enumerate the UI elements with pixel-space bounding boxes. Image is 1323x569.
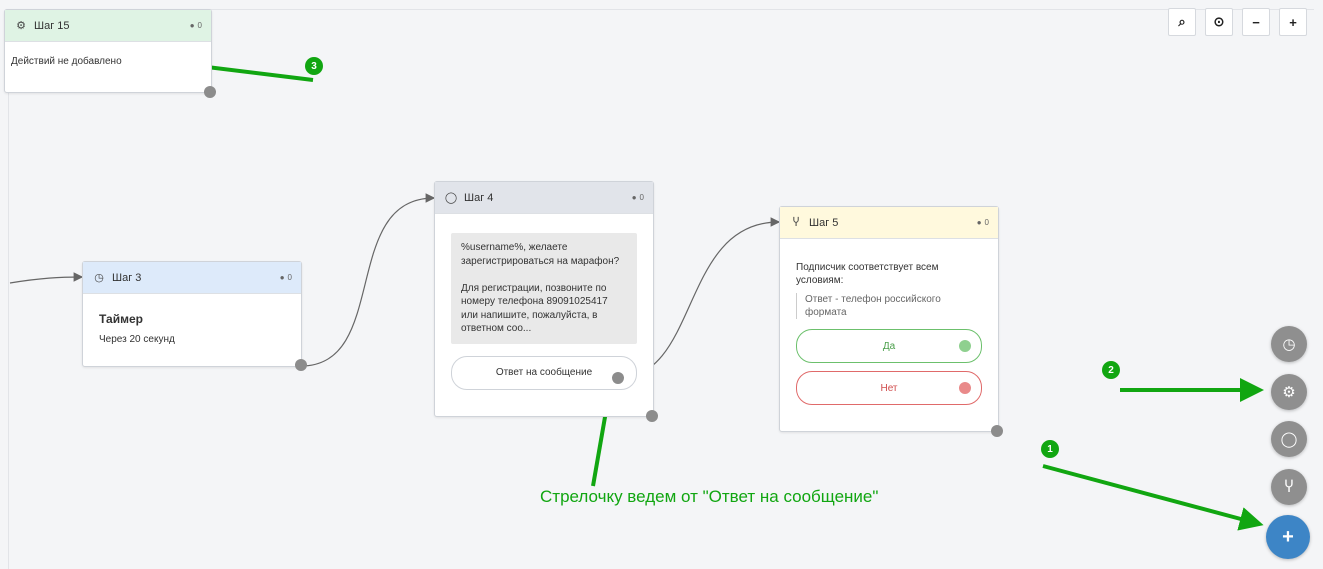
zoom-out-button[interactable]: −	[1242, 8, 1270, 36]
add-message-button[interactable]: ◯	[1271, 421, 1307, 457]
reply-to-message-button[interactable]: Ответ на сообщение	[451, 355, 637, 390]
yes-port[interactable]	[959, 340, 971, 352]
subscriber-count: ● 0	[279, 273, 292, 282]
fork-icon: Ⴤ	[792, 217, 800, 229]
person-icon: ●	[279, 273, 285, 282]
person-icon: ●	[189, 21, 195, 30]
add-action-button[interactable]: ⚙	[1271, 374, 1307, 410]
reply-out-port[interactable]	[612, 372, 624, 384]
step15-body: Действий не добавлено	[11, 56, 122, 67]
clock-icon: ◷	[94, 272, 104, 284]
condition-item: Ответ - телефон российского формата	[796, 293, 982, 319]
step3-title: Шаг 3	[112, 271, 142, 284]
timer-heading: Таймер	[99, 312, 143, 326]
speech-bubble-icon: ◯	[1280, 431, 1298, 448]
plus-icon: +	[1282, 525, 1294, 548]
step5-title: Шаг 5	[809, 216, 839, 229]
step3-body: Таймер Через 20 секунд	[83, 294, 301, 363]
step4-out-port[interactable]	[646, 410, 658, 422]
step3-out-port[interactable]	[295, 359, 307, 371]
step5-node[interactable]: Ⴤ Шаг 5 ● 0 Подписчик соответствует всем …	[779, 206, 999, 432]
add-timer-button[interactable]: ◷	[1271, 326, 1307, 362]
gears-icon: ⚙	[1282, 384, 1296, 401]
step15-title: Шаг 15	[34, 19, 70, 32]
step4-header[interactable]: ◯ Шаг 4 ● 0	[435, 182, 653, 214]
condition-text: Подписчик соответствует всем условиям:	[796, 262, 939, 286]
subscriber-count: ● 0	[631, 193, 644, 202]
target-icon[interactable]: ⊙	[1205, 8, 1233, 36]
yes-branch-button[interactable]: Да	[796, 329, 982, 363]
reply-button-label: Ответ на сообщение	[495, 367, 593, 378]
gears-icon: ⚙	[16, 20, 26, 32]
add-condition-button[interactable]: Ⴤ	[1271, 469, 1307, 505]
step5-body: Подписчик соответствует всем условиям: О…	[780, 239, 998, 415]
no-branch-button[interactable]: Нет	[796, 371, 982, 405]
annotation-badge-3: 3	[305, 57, 323, 75]
timer-detail: Через 20 секунд	[99, 334, 175, 345]
step15-out-port[interactable]	[204, 86, 216, 98]
search-icon[interactable]: ⌕	[1168, 8, 1196, 36]
step15-header[interactable]: ⚙ Шаг 15 ● 0	[5, 10, 211, 42]
person-icon: ●	[976, 218, 982, 227]
yes-label: Да	[882, 340, 896, 352]
zoom-in-button[interactable]: +	[1279, 8, 1307, 36]
step3-node[interactable]: ◷ Шаг 3 ● 0 Таймер Через 20 секунд	[82, 261, 302, 367]
message-preview: %username%, желаете зарегистрироваться н…	[451, 233, 637, 344]
person-icon: ●	[631, 193, 637, 202]
canvas-toolbar: ⌕ ⊙ − +	[1159, 8, 1307, 36]
fork-icon: Ⴤ	[1284, 479, 1294, 496]
speech-bubble-icon: ◯	[444, 192, 458, 204]
subscriber-count: ● 0	[976, 218, 989, 227]
step15-node[interactable]: ⚙ Шаг 15 ● 0 Действий не добавлено	[4, 9, 212, 93]
clock-icon: ◷	[1282, 336, 1296, 353]
annotation-badge-1: 1	[1041, 440, 1059, 458]
no-label: Нет	[880, 382, 898, 394]
add-step-button[interactable]: +	[1266, 515, 1310, 559]
annotation-badge-2: 2	[1102, 361, 1120, 379]
step5-header[interactable]: Ⴤ Шаг 5 ● 0	[780, 207, 998, 239]
annotation-caption: Стрелочку ведем от "Ответ на сообщение"	[540, 487, 879, 506]
step3-header[interactable]: ◷ Шаг 3 ● 0	[83, 262, 301, 294]
subscriber-count: ● 0	[189, 21, 202, 30]
step4-title: Шаг 4	[464, 191, 494, 204]
no-port[interactable]	[959, 382, 971, 394]
step5-out-port[interactable]	[991, 425, 1003, 437]
